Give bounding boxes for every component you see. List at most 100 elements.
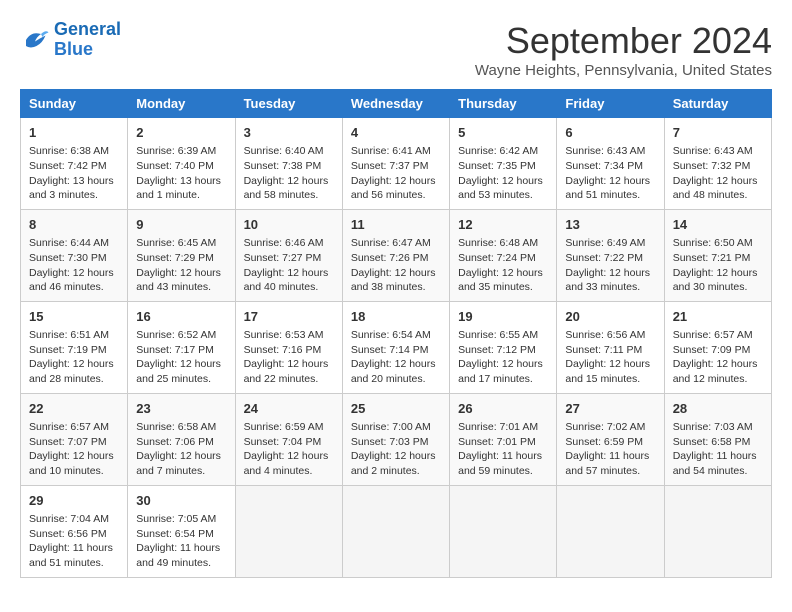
day-info: Sunrise: 6:46 AM xyxy=(244,236,334,251)
day-number: 16 xyxy=(136,308,226,326)
day-info: Daylight: 12 hours xyxy=(29,266,119,281)
day-info: Sunrise: 6:58 AM xyxy=(136,420,226,435)
header-row: Sunday Monday Tuesday Wednesday Thursday… xyxy=(21,90,772,118)
day-info: Sunrise: 6:54 AM xyxy=(351,328,441,343)
calendar-cell: 12Sunrise: 6:48 AMSunset: 7:24 PMDayligh… xyxy=(450,209,557,301)
col-sunday: Sunday xyxy=(21,90,128,118)
day-number: 22 xyxy=(29,400,119,418)
day-info: Sunset: 7:03 PM xyxy=(351,435,441,450)
day-info: Daylight: 11 hours xyxy=(29,541,119,556)
calendar-cell xyxy=(450,485,557,577)
calendar-cell: 9Sunrise: 6:45 AMSunset: 7:29 PMDaylight… xyxy=(128,209,235,301)
day-info: Sunset: 7:12 PM xyxy=(458,343,548,358)
day-info: Sunrise: 7:00 AM xyxy=(351,420,441,435)
day-number: 29 xyxy=(29,492,119,510)
calendar-cell: 5Sunrise: 6:42 AMSunset: 7:35 PMDaylight… xyxy=(450,118,557,210)
day-info: Daylight: 12 hours xyxy=(136,266,226,281)
day-info: and 38 minutes. xyxy=(351,280,441,295)
calendar-cell xyxy=(557,485,664,577)
calendar-cell: 20Sunrise: 6:56 AMSunset: 7:11 PMDayligh… xyxy=(557,301,664,393)
calendar-cell: 21Sunrise: 6:57 AMSunset: 7:09 PMDayligh… xyxy=(664,301,771,393)
day-info: Sunrise: 6:57 AM xyxy=(29,420,119,435)
day-info: Daylight: 12 hours xyxy=(673,174,763,189)
calendar-cell: 25Sunrise: 7:00 AMSunset: 7:03 PMDayligh… xyxy=(342,393,449,485)
day-info: Daylight: 12 hours xyxy=(244,357,334,372)
day-number: 10 xyxy=(244,216,334,234)
day-info: Sunrise: 6:40 AM xyxy=(244,144,334,159)
day-info: Sunrise: 6:57 AM xyxy=(673,328,763,343)
day-info: Sunset: 7:35 PM xyxy=(458,159,548,174)
day-info: and 51 minutes. xyxy=(565,188,655,203)
day-info: and 15 minutes. xyxy=(565,372,655,387)
day-number: 4 xyxy=(351,124,441,142)
day-info: Sunrise: 6:51 AM xyxy=(29,328,119,343)
calendar-cell: 10Sunrise: 6:46 AMSunset: 7:27 PMDayligh… xyxy=(235,209,342,301)
day-info: Sunrise: 6:52 AM xyxy=(136,328,226,343)
month-title: September 2024 xyxy=(475,20,772,62)
day-number: 21 xyxy=(673,308,763,326)
calendar-cell: 13Sunrise: 6:49 AMSunset: 7:22 PMDayligh… xyxy=(557,209,664,301)
day-info: Sunrise: 6:47 AM xyxy=(351,236,441,251)
day-info: Daylight: 12 hours xyxy=(29,357,119,372)
day-info: and 10 minutes. xyxy=(29,464,119,479)
day-info: Sunset: 7:01 PM xyxy=(458,435,548,450)
calendar-table: Sunday Monday Tuesday Wednesday Thursday… xyxy=(20,89,772,578)
logo: General Blue xyxy=(20,20,121,60)
day-info: and 56 minutes. xyxy=(351,188,441,203)
day-info: Sunrise: 7:04 AM xyxy=(29,512,119,527)
day-info: and 33 minutes. xyxy=(565,280,655,295)
day-info: and 51 minutes. xyxy=(29,556,119,571)
calendar-cell: 7Sunrise: 6:43 AMSunset: 7:32 PMDaylight… xyxy=(664,118,771,210)
day-info: Daylight: 12 hours xyxy=(458,174,548,189)
col-tuesday: Tuesday xyxy=(235,90,342,118)
day-number: 6 xyxy=(565,124,655,142)
day-info: Sunset: 7:06 PM xyxy=(136,435,226,450)
day-info: Sunrise: 6:41 AM xyxy=(351,144,441,159)
day-number: 13 xyxy=(565,216,655,234)
day-info: Sunrise: 6:43 AM xyxy=(565,144,655,159)
calendar-cell: 19Sunrise: 6:55 AMSunset: 7:12 PMDayligh… xyxy=(450,301,557,393)
day-info: Daylight: 12 hours xyxy=(29,449,119,464)
day-info: Sunrise: 6:53 AM xyxy=(244,328,334,343)
day-info: Daylight: 12 hours xyxy=(351,357,441,372)
calendar-cell: 28Sunrise: 7:03 AMSunset: 6:58 PMDayligh… xyxy=(664,393,771,485)
calendar-cell: 29Sunrise: 7:04 AMSunset: 6:56 PMDayligh… xyxy=(21,485,128,577)
day-info: Sunset: 7:07 PM xyxy=(29,435,119,450)
day-info: Sunset: 7:11 PM xyxy=(565,343,655,358)
day-info: Sunset: 6:58 PM xyxy=(673,435,763,450)
day-info: and 40 minutes. xyxy=(244,280,334,295)
day-info: Daylight: 11 hours xyxy=(565,449,655,464)
day-info: Daylight: 11 hours xyxy=(673,449,763,464)
day-info: Sunrise: 6:39 AM xyxy=(136,144,226,159)
day-info: Daylight: 12 hours xyxy=(565,266,655,281)
col-saturday: Saturday xyxy=(664,90,771,118)
col-thursday: Thursday xyxy=(450,90,557,118)
day-info: Sunset: 7:09 PM xyxy=(673,343,763,358)
calendar-cell: 4Sunrise: 6:41 AMSunset: 7:37 PMDaylight… xyxy=(342,118,449,210)
day-info: Sunrise: 6:48 AM xyxy=(458,236,548,251)
day-info: Sunset: 7:40 PM xyxy=(136,159,226,174)
day-info: and 17 minutes. xyxy=(458,372,548,387)
day-number: 19 xyxy=(458,308,548,326)
logo-text: General Blue xyxy=(54,20,121,60)
day-number: 30 xyxy=(136,492,226,510)
day-number: 17 xyxy=(244,308,334,326)
day-info: and 2 minutes. xyxy=(351,464,441,479)
day-info: Sunset: 7:21 PM xyxy=(673,251,763,266)
calendar-cell xyxy=(342,485,449,577)
day-info: Daylight: 13 hours xyxy=(136,174,226,189)
day-info: Sunrise: 6:42 AM xyxy=(458,144,548,159)
calendar-cell: 24Sunrise: 6:59 AMSunset: 7:04 PMDayligh… xyxy=(235,393,342,485)
day-info: Sunrise: 7:03 AM xyxy=(673,420,763,435)
day-info: Daylight: 13 hours xyxy=(29,174,119,189)
day-number: 26 xyxy=(458,400,548,418)
day-info: Sunset: 7:38 PM xyxy=(244,159,334,174)
day-info: and 53 minutes. xyxy=(458,188,548,203)
calendar-cell: 6Sunrise: 6:43 AMSunset: 7:34 PMDaylight… xyxy=(557,118,664,210)
day-info: Sunset: 7:16 PM xyxy=(244,343,334,358)
day-info: Sunset: 6:59 PM xyxy=(565,435,655,450)
day-info: Daylight: 12 hours xyxy=(458,357,548,372)
day-info: Daylight: 12 hours xyxy=(244,174,334,189)
day-number: 25 xyxy=(351,400,441,418)
day-info: Sunset: 7:32 PM xyxy=(673,159,763,174)
